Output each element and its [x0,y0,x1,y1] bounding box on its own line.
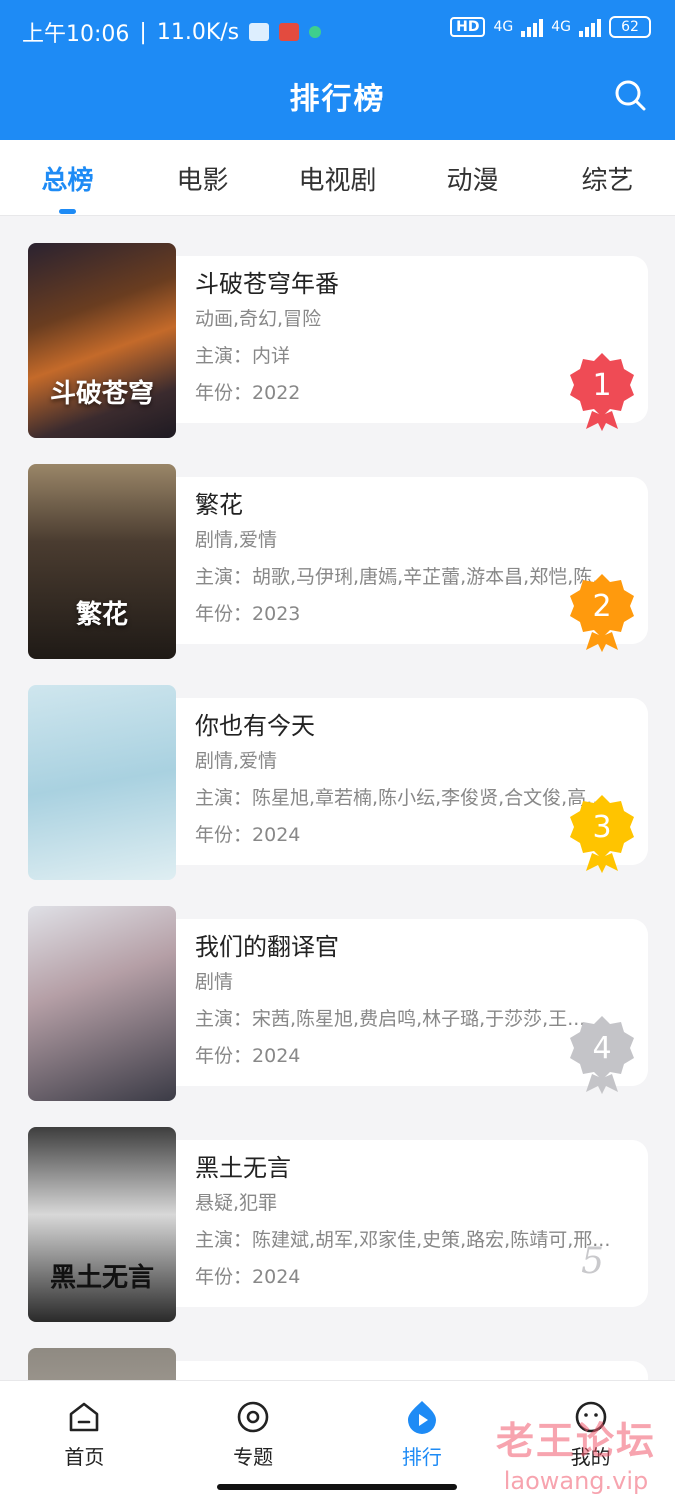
cast-value: 陈建斌,胡军,邓家佳,史策,路宏,陈靖可,邢... [252,1229,611,1251]
item-genres: 剧情,爱情 [195,529,278,551]
cast-value: 胡歌,马伊琍,唐嫣,辛芷蕾,游本昌,郑恺,陈... [252,566,611,588]
tab-movies[interactable]: 电影 [135,140,270,216]
cast-label: 主演： [195,1229,253,1251]
tab-tv-series[interactable]: 电视剧 [270,140,405,216]
nav-profile[interactable]: 我的 [506,1381,675,1481]
poster-image: 黑土无言 [28,1127,176,1322]
year-label: 年份： [195,1045,253,1067]
poster-image [28,685,176,880]
poster-title: 黑土无言 [49,1263,154,1293]
nav-topics-label: 专题 [233,1445,274,1469]
rank-badge-icon: 1 [568,351,636,431]
signal-icon-2 [579,17,601,37]
nav-ranking[interactable]: 排行 [338,1381,507,1481]
list-item[interactable]: 你也有今天 剧情,爱情 主演：陈星旭,章若楠,陈小纭,李俊贤,合文俊,高... … [28,685,648,880]
rank-badge-icon: 3 [568,793,636,873]
signal-icon [521,17,544,37]
rank-number: 3 [592,810,611,845]
year-value: 2024 [252,1045,301,1067]
item-title: 我们的翻译官 [195,933,339,961]
status-time: 上午10:06 [22,22,130,47]
nav-home-label: 首页 [64,1445,105,1469]
nav-topics[interactable]: 专题 [169,1381,338,1481]
rank-badge-icon: 4 [568,1014,636,1094]
profile-icon [575,1401,606,1433]
status-speed: 11.0K/s [156,19,240,45]
item-title: 黑土无言 [195,1154,291,1182]
list-item[interactable]: 斗破苍穹 斗破苍穹年番 动画,奇幻,冒险 主演：内详 年份：2022 1 [28,243,648,438]
poster-image: 斗破苍穹 [28,243,176,438]
poster-image [28,906,176,1101]
status-bar: 上午10:06 | 11.0K/s HD 4G 4G 62 [0,0,675,62]
nav-profile-label: 我的 [570,1445,611,1469]
nav-ranking-label: 排行 [401,1445,442,1469]
year-label: 年份： [195,603,253,625]
item-title: 繁花 [195,491,243,519]
poster-image: 繁花 [28,464,176,659]
sync-icon [309,26,322,38]
cast-value: 陈星旭,章若楠,陈小纭,李俊贤,合文俊,高... [252,787,605,809]
rank-number: 4 [592,1031,611,1066]
ranking-icon [407,1401,436,1434]
search-button[interactable] [613,78,647,112]
item-title: 你也有今天 [195,712,315,740]
hd-icon: HD [450,17,486,37]
bottom-nav: 首页 专题 排行 我的 [0,1380,675,1500]
item-genres: 剧情,爱情 [195,750,278,772]
tab-anime[interactable]: 动漫 [405,140,540,216]
cast-value: 内详 [252,345,291,367]
page-title: 排行榜 [289,82,386,117]
search-icon [615,80,646,111]
item-genres: 悬疑,犯罪 [195,1192,278,1214]
year-value: 2023 [252,603,301,625]
rank-badge-icon: 2 [568,572,636,652]
list-item[interactable]: 我们的翻译官 剧情 主演：宋茜,陈星旭,费启鸣,林子璐,于莎莎,王... 年份：… [28,906,648,1101]
cast-label: 主演： [195,566,253,588]
network-label-1: 4G [493,19,514,35]
item-genres: 动画,奇幻,冒险 [195,308,322,330]
list-item[interactable]: 黑土无言 黑土无言 悬疑,犯罪 主演：陈建斌,胡军,邓家佳,史策,路宏,陈靖可,… [28,1127,648,1322]
battery-level: 62 [621,19,639,35]
app-notification-icon [279,23,300,41]
battery-icon: 62 [609,16,651,38]
item-year: 年份：2024 [195,1259,635,1296]
item-genres: 剧情 [195,971,234,993]
poster-title: 斗破苍穹 [49,379,154,409]
home-indicator[interactable] [217,1484,457,1490]
rank-number: 1 [592,368,611,403]
cast-label: 主演： [195,345,253,367]
poster-title: 繁花 [75,600,128,630]
rank-number: 5 [581,1241,604,1282]
item-title: 斗破苍穹年番 [195,270,339,298]
nav-home[interactable]: 首页 [0,1381,169,1481]
rank-number: 2 [592,589,611,624]
year-label: 年份： [195,1266,253,1288]
cast-label: 主演： [195,1008,253,1030]
home-icon [70,1402,99,1432]
year-label: 年份： [195,824,253,846]
status-divider: | [139,19,147,45]
year-value: 2022 [252,382,301,404]
tab-all[interactable]: 总榜 [0,140,135,216]
network-label-2: 4G [551,19,571,35]
year-value: 2024 [252,1266,301,1288]
topic-icon [237,1401,269,1433]
item-info: 黑土无言 悬疑,犯罪 主演：陈建斌,胡军,邓家佳,史策,路宏,陈靖可,邢... … [195,1151,635,1296]
status-left: 上午10:06 | 11.0K/s [22,16,322,48]
year-label: 年份： [195,382,253,404]
status-right: HD 4G 4G 62 [450,16,651,38]
cast-label: 主演： [195,787,253,809]
year-value: 2024 [252,824,301,846]
list-item[interactable]: 繁花 繁花 剧情,爱情 主演：胡歌,马伊琍,唐嫣,辛芷蕾,游本昌,郑恺,陈...… [28,464,648,659]
tab-variety[interactable]: 综艺 [540,140,675,216]
notification-icon [249,23,270,41]
category-tabs: 总榜 电影 电视剧 动漫 综艺 [0,140,675,216]
top-bar: 上午10:06 | 11.0K/s HD 4G 4G 62 排行榜 [0,0,675,140]
item-cast: 主演：陈建斌,胡军,邓家佳,史策,路宏,陈靖可,邢... [195,1222,635,1259]
cast-value: 宋茜,陈星旭,费启鸣,林子璐,于莎莎,王... [252,1008,586,1030]
